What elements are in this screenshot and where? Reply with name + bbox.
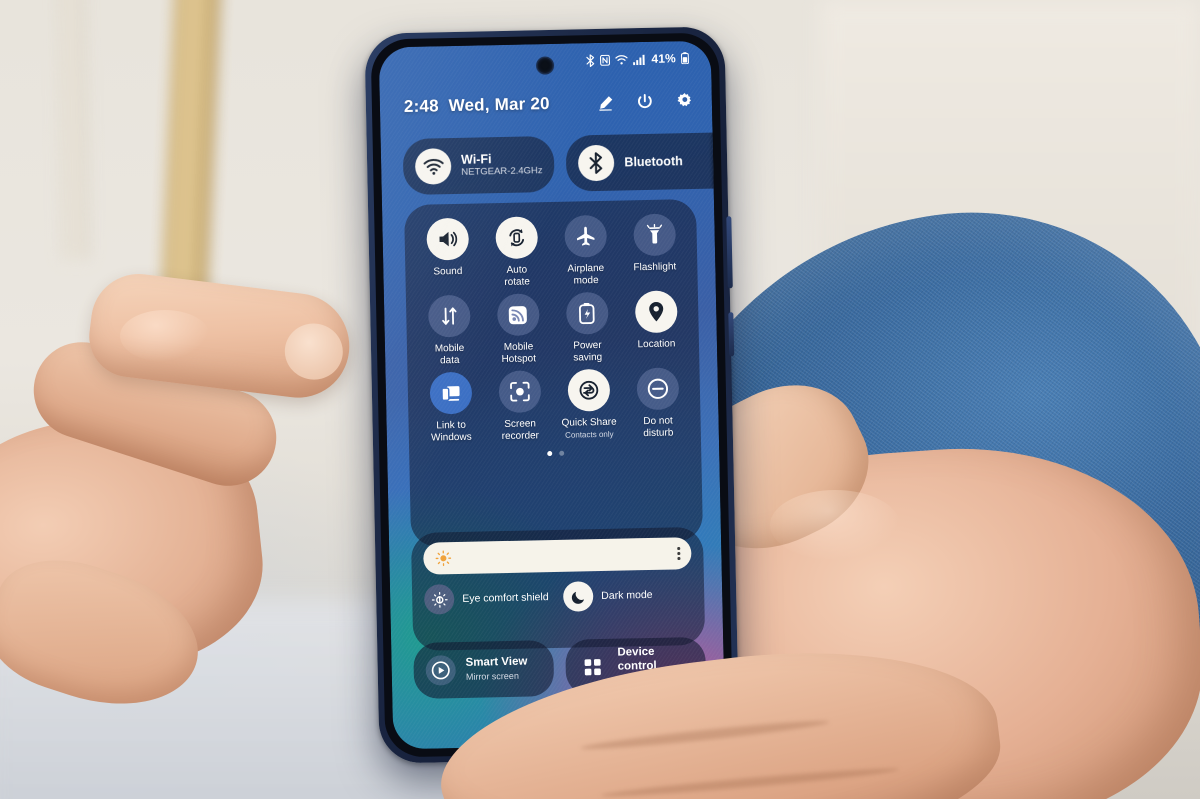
edit-pencil-icon[interactable] xyxy=(597,94,614,111)
page-dot-active[interactable] xyxy=(546,451,552,457)
tile-label: Quick Share xyxy=(561,416,617,429)
background-blur-shape xyxy=(57,0,89,261)
tile-link-to-windows[interactable]: Link to Windows xyxy=(416,371,485,443)
eye-comfort-icon xyxy=(423,584,455,615)
power-saving-icon xyxy=(565,291,609,335)
signal-icon xyxy=(633,53,646,65)
tile-screen-recorder[interactable]: Screen recorder xyxy=(485,370,554,442)
panel-header: 2:48 Wed, Mar 20 xyxy=(404,85,695,123)
tile-label: Sound xyxy=(433,265,463,278)
mode-label: Eye comfort shield xyxy=(462,591,549,605)
bluetooth-text: Bluetooth xyxy=(624,154,683,170)
photo-scene: 41% 2:48 Wed, Mar 20 Wi-Fi NETGEAR-2.4GH… xyxy=(0,0,1200,799)
tile-mobile-hotspot[interactable]: Mobile Hotspot xyxy=(483,293,552,365)
sun-icon xyxy=(435,550,452,567)
header-actions xyxy=(597,92,694,112)
quick-share-icon xyxy=(566,368,610,412)
wifi-ssid: NETGEAR-2.4GHz xyxy=(461,165,543,179)
moon-icon xyxy=(562,581,594,612)
sound-icon xyxy=(425,217,469,261)
tile-mobile-data[interactable]: Mobile data xyxy=(414,294,483,366)
tile-flashlight[interactable]: Flashlight xyxy=(620,213,689,285)
power-icon[interactable] xyxy=(636,93,654,111)
location-pin-icon xyxy=(634,290,678,334)
wifi-icon xyxy=(615,54,628,65)
card-subtitle: Mirror screen xyxy=(465,670,519,682)
card-title: Smart View xyxy=(465,655,528,670)
right-hand-fingers xyxy=(429,330,1200,799)
tile-label: Power saving xyxy=(573,339,603,364)
tile-row: Sound Auto rotate Airplane mode Flashlig… xyxy=(412,213,689,290)
bluetooth-tile[interactable]: Bluetooth xyxy=(565,132,726,192)
link-to-windows-icon xyxy=(429,371,472,415)
tile-label: Airplane mode xyxy=(567,262,605,287)
settings-gear-icon[interactable] xyxy=(676,92,694,110)
connectivity-row: Wi-Fi NETGEAR-2.4GHz Bluetooth xyxy=(402,132,726,196)
battery-percent: 41% xyxy=(651,51,677,66)
tile-label: Link to Windows xyxy=(430,419,472,444)
tile-label: Screen recorder xyxy=(501,418,540,442)
bluetooth-title: Bluetooth xyxy=(624,154,683,170)
eye-comfort-shield-toggle[interactable]: Eye comfort shield xyxy=(423,582,554,615)
wifi-text: Wi-Fi NETGEAR-2.4GHz xyxy=(461,151,543,179)
tile-label: Flashlight xyxy=(633,261,677,274)
wifi-icon xyxy=(414,148,452,185)
left-hand-pointing xyxy=(0,268,400,730)
tile-power-saving[interactable]: Power saving xyxy=(552,291,621,364)
smart-view-icon xyxy=(425,655,457,686)
tile-sound[interactable]: Sound xyxy=(413,217,482,289)
page-dot[interactable] xyxy=(558,450,564,456)
airplane-icon xyxy=(563,214,607,258)
mobile-data-icon xyxy=(427,294,471,338)
nfc-icon xyxy=(600,54,611,66)
clock-date: 2:48 Wed, Mar 20 xyxy=(404,94,550,117)
tile-label: Mobile Hotspot xyxy=(501,341,537,365)
tile-auto-rotate[interactable]: Auto rotate xyxy=(482,216,551,288)
screen-recorder-icon xyxy=(497,370,541,414)
clock-date-text: Wed, Mar 20 xyxy=(448,93,550,116)
hotspot-icon xyxy=(496,293,540,337)
tile-quick-share[interactable]: Quick Share Contacts only xyxy=(554,368,623,441)
fingernail xyxy=(281,320,347,383)
bluetooth-icon xyxy=(586,53,595,67)
battery-icon xyxy=(681,52,689,65)
smart-view-text: Smart View Mirror screen xyxy=(465,656,527,683)
bluetooth-icon xyxy=(578,144,615,182)
tile-label: Mobile data xyxy=(434,342,465,366)
device-control-icon xyxy=(577,652,608,683)
clock-time: 2:48 xyxy=(403,96,439,117)
tile-airplane-mode[interactable]: Airplane mode xyxy=(551,214,620,287)
wifi-tile[interactable]: Wi-Fi NETGEAR-2.4GHz xyxy=(402,135,556,196)
flashlight-icon xyxy=(632,213,676,257)
left-knuckle xyxy=(120,310,210,362)
tile-label: Auto rotate xyxy=(504,264,531,288)
tile-sublabel: Contacts only xyxy=(565,429,614,440)
auto-rotate-icon xyxy=(494,216,538,260)
smart-view-card[interactable]: Smart View Mirror screen xyxy=(413,640,555,699)
